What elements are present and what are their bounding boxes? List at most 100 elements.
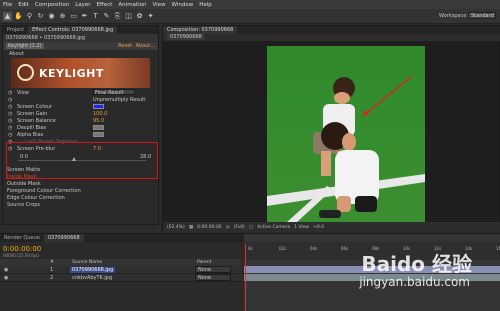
brush-tool-icon[interactable]: ✎ — [102, 12, 111, 21]
menu-item-composition[interactable]: Composition — [35, 2, 69, 8]
tab-timeline[interactable]: 0370990668 — [43, 234, 84, 242]
stopwatch-icon[interactable]: ◷ — [8, 97, 12, 103]
parent-select[interactable]: None — [195, 274, 231, 281]
table-row[interactable]: ◉ 2 cnkbvAbyTK.jpg None — [0, 274, 242, 282]
param-row[interactable]: ◷ Alpha Bias — [3, 131, 158, 138]
keylight-logo: KEYLIGHT — [11, 58, 150, 88]
menu-bar: File Edit Composition Layer Effect Animation V… — [0, 0, 500, 9]
pan-behind-tool-icon[interactable]: ⊕ — [58, 12, 67, 21]
tab-render-queue[interactable]: Render Queue — [0, 234, 44, 242]
param-label: Screen Balance — [17, 117, 56, 124]
zoom-tool-icon[interactable]: ⚲ — [25, 12, 34, 21]
tab-project[interactable]: Project — [3, 26, 28, 34]
ruler-tick: 02s — [279, 246, 287, 251]
resolution-select[interactable]: (Full) — [234, 225, 245, 230]
rectangle-tool-icon[interactable]: ▭ — [69, 12, 78, 21]
timeline-current-time[interactable]: 0:00:00:00 — [3, 245, 41, 253]
about-link[interactable]: About... — [135, 43, 155, 49]
menu-item-animation[interactable]: Animation — [118, 2, 146, 8]
param-label: Despill Bias — [17, 124, 46, 131]
ruler-tick: 0s — [248, 246, 253, 251]
grid-icon[interactable]: ▦ — [189, 225, 193, 230]
ruler-tick: 06s — [341, 246, 349, 251]
effect-section[interactable]: Screen Matte — [3, 166, 158, 173]
composition-panel: Composition: 0370990668 0370990668 (62.4… — [162, 25, 500, 232]
param-checkbox[interactable]: Unpremultiply Result — [93, 97, 145, 103]
ruler-tick: 16s — [496, 246, 500, 251]
hand-tool-icon[interactable]: ✋ — [14, 12, 23, 21]
param-row[interactable]: ◷ Screen Gain 100.0 — [3, 110, 158, 117]
param-row[interactable]: ◷ Screen Colour — [3, 103, 158, 110]
viewer-controls: (62.4%) ▦ 0:00:00:00 ◎ (Full) ▢ Active C… — [163, 222, 500, 232]
camera-tool-icon[interactable]: ◉ — [47, 12, 56, 21]
exposure-value[interactable]: +0.0 — [313, 225, 324, 230]
param-row[interactable]: ◷ Screen Balance 95.0 — [3, 117, 158, 124]
roto-tool-icon[interactable]: ✿ — [135, 12, 144, 21]
effect-section[interactable]: Source Crops — [3, 201, 158, 208]
text-tool-icon[interactable]: T — [91, 12, 100, 21]
param-swatch[interactable] — [93, 125, 104, 130]
view-select[interactable]: Final Result — [93, 89, 135, 96]
effect-section[interactable]: Foreground Colour Correction — [3, 187, 158, 194]
visibility-icon[interactable]: ◉ — [4, 267, 8, 273]
layer-index: 1 — [50, 267, 54, 273]
zoom-select[interactable]: (62.4%) — [167, 225, 185, 230]
stopwatch-icon[interactable]: ◷ — [8, 118, 12, 124]
menu-item-window[interactable]: Window — [172, 2, 194, 8]
rotate-tool-icon[interactable]: ↻ — [36, 12, 45, 21]
selection-tool-icon[interactable]: ▲ — [3, 11, 12, 21]
menu-item-edit[interactable]: Edit — [18, 2, 29, 8]
menu-item-effect[interactable]: Effect — [97, 2, 113, 8]
stopwatch-icon[interactable]: ◷ — [8, 132, 12, 138]
current-time[interactable]: 0:00:00:00 — [197, 225, 222, 230]
comp-breadcrumb[interactable]: 0370990668 — [167, 34, 205, 40]
tab-effect-controls[interactable]: Effect Controls: 0370990668.jpg — [28, 26, 118, 34]
table-row[interactable]: ◉ 1 0370990668.jpg None — [0, 266, 242, 274]
keylight-logo-text: KEYLIGHT — [39, 67, 104, 80]
puppet-tool-icon[interactable]: ✦ — [146, 12, 155, 21]
watermark-text: Baido 经验 — [361, 252, 472, 276]
eraser-tool-icon[interactable]: ◫ — [124, 12, 133, 21]
clone-tool-icon[interactable]: ⎘ — [113, 12, 122, 21]
about-row[interactable]: About — [3, 50, 158, 57]
menu-item-file[interactable]: File — [3, 2, 12, 8]
snapshot-icon[interactable]: ◎ — [226, 225, 230, 230]
effect-section[interactable]: Outside Mask — [3, 180, 158, 187]
layer-index: 2 — [50, 275, 54, 281]
view-layout-select[interactable]: 1 View — [294, 225, 309, 230]
pen-tool-icon[interactable]: ✒ — [80, 12, 89, 21]
param-row[interactable]: ◷ View Final Result — [3, 89, 158, 96]
screen-colour-swatch[interactable] — [93, 104, 104, 109]
camera-select[interactable]: Active Camera — [257, 225, 290, 230]
param-row[interactable]: ◷ Unpremultiply Result — [3, 96, 158, 103]
stopwatch-icon[interactable]: ◷ — [8, 90, 12, 96]
playhead[interactable] — [245, 244, 246, 311]
stopwatch-icon[interactable]: ◷ — [8, 104, 12, 110]
stopwatch-icon[interactable]: ◷ — [8, 111, 12, 117]
visibility-icon[interactable]: ◉ — [4, 275, 8, 281]
layer-name[interactable]: 0370990668.jpg — [70, 267, 116, 273]
layer-list: ◉ 1 0370990668.jpg None ◉ 2 cnkbvAbyTK.jpg None — [0, 266, 242, 282]
param-value[interactable]: 100.0 — [93, 111, 107, 117]
param-row[interactable]: ◷ Despill Bias — [3, 124, 158, 131]
menu-item-layer[interactable]: Layer — [75, 2, 90, 8]
effect-section[interactable]: Edge Colour Correction — [3, 194, 158, 201]
parent-select[interactable]: None — [195, 266, 231, 273]
menu-item-help[interactable]: Help — [199, 2, 212, 8]
effect-name[interactable]: Keylight (1.2) — [6, 43, 44, 49]
tab-composition[interactable]: Composition: 0370990668 — [163, 26, 238, 34]
stopwatch-icon[interactable]: ◷ — [8, 125, 12, 131]
layer-name[interactable]: cnkbvAbyTK.jpg — [70, 275, 114, 281]
menu-item-view[interactable]: View — [152, 2, 165, 8]
composition-image — [267, 46, 425, 222]
param-value[interactable]: 95.0 — [93, 118, 104, 124]
param-swatch[interactable] — [93, 132, 104, 137]
param-label: Screen Gain — [17, 110, 48, 117]
effect-section[interactable]: Inside Mask — [3, 173, 158, 180]
workspace-label: Workspace: — [438, 13, 468, 19]
workspace-select[interactable]: Standard — [468, 12, 496, 19]
reset-link[interactable]: Reset — [118, 43, 132, 49]
region-icon[interactable]: ▢ — [249, 225, 253, 230]
effect-sections: Screen Matte Inside Mask Outside Mask Foreg… — [3, 166, 158, 208]
timeline-fps: 00000 (25.00 fps) — [3, 253, 39, 258]
